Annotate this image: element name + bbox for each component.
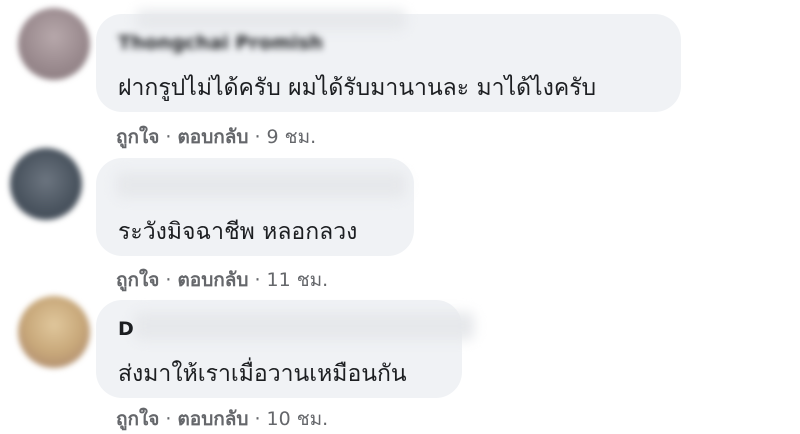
comment-actions: ถูกใจ · ตอบกลับ · 10 ชม.	[116, 404, 328, 434]
timestamp[interactable]: 11 ชม.	[267, 269, 329, 291]
comment-bubble: D ส่งมาให้เราเมื่อวานเหมือนกัน	[96, 300, 474, 398]
comment-actions: ถูกใจ · ตอบกลับ · 11 ชม.	[116, 265, 328, 295]
like-link[interactable]: ถูกใจ	[116, 269, 159, 291]
comment-bubble: ระวังมิจฉาชีพ หลอกลวง	[96, 158, 414, 256]
comment-text: ฝากรูปไม่ได้ครับ ผมได้รับมานานละ มาได้ไง…	[118, 75, 597, 101]
timestamp[interactable]: 10 ชม.	[267, 408, 329, 430]
separator: ·	[165, 269, 172, 291]
commenter-name[interactable]: D	[118, 318, 134, 340]
separator: ·	[254, 408, 261, 430]
reply-link[interactable]: ตอบกลับ	[177, 408, 248, 430]
reply-link[interactable]: ตอบกลับ	[177, 126, 248, 148]
separator: ·	[254, 126, 261, 148]
commenter-name[interactable]: Thongchai Promish	[118, 32, 323, 54]
avatar[interactable]	[10, 148, 82, 220]
like-link[interactable]: ถูกใจ	[116, 126, 159, 148]
avatar[interactable]	[18, 296, 90, 368]
separator: ·	[165, 408, 172, 430]
comment-text: ส่งมาให้เราเมื่อวานเหมือนกัน	[118, 361, 407, 387]
like-link[interactable]: ถูกใจ	[116, 408, 159, 430]
timestamp[interactable]: 9 ชม.	[267, 126, 317, 148]
comment-bubble: Thongchai Promish ฝากรูปไม่ได้ครับ ผมได้…	[96, 10, 681, 112]
separator: ·	[254, 269, 261, 291]
comment-text: ระวังมิจฉาชีพ หลอกลวง	[118, 219, 358, 245]
separator: ·	[165, 126, 172, 148]
avatar[interactable]	[18, 8, 90, 80]
reply-link[interactable]: ตอบกลับ	[177, 269, 248, 291]
comment-actions: ถูกใจ · ตอบกลับ · 9 ชม.	[116, 122, 316, 152]
